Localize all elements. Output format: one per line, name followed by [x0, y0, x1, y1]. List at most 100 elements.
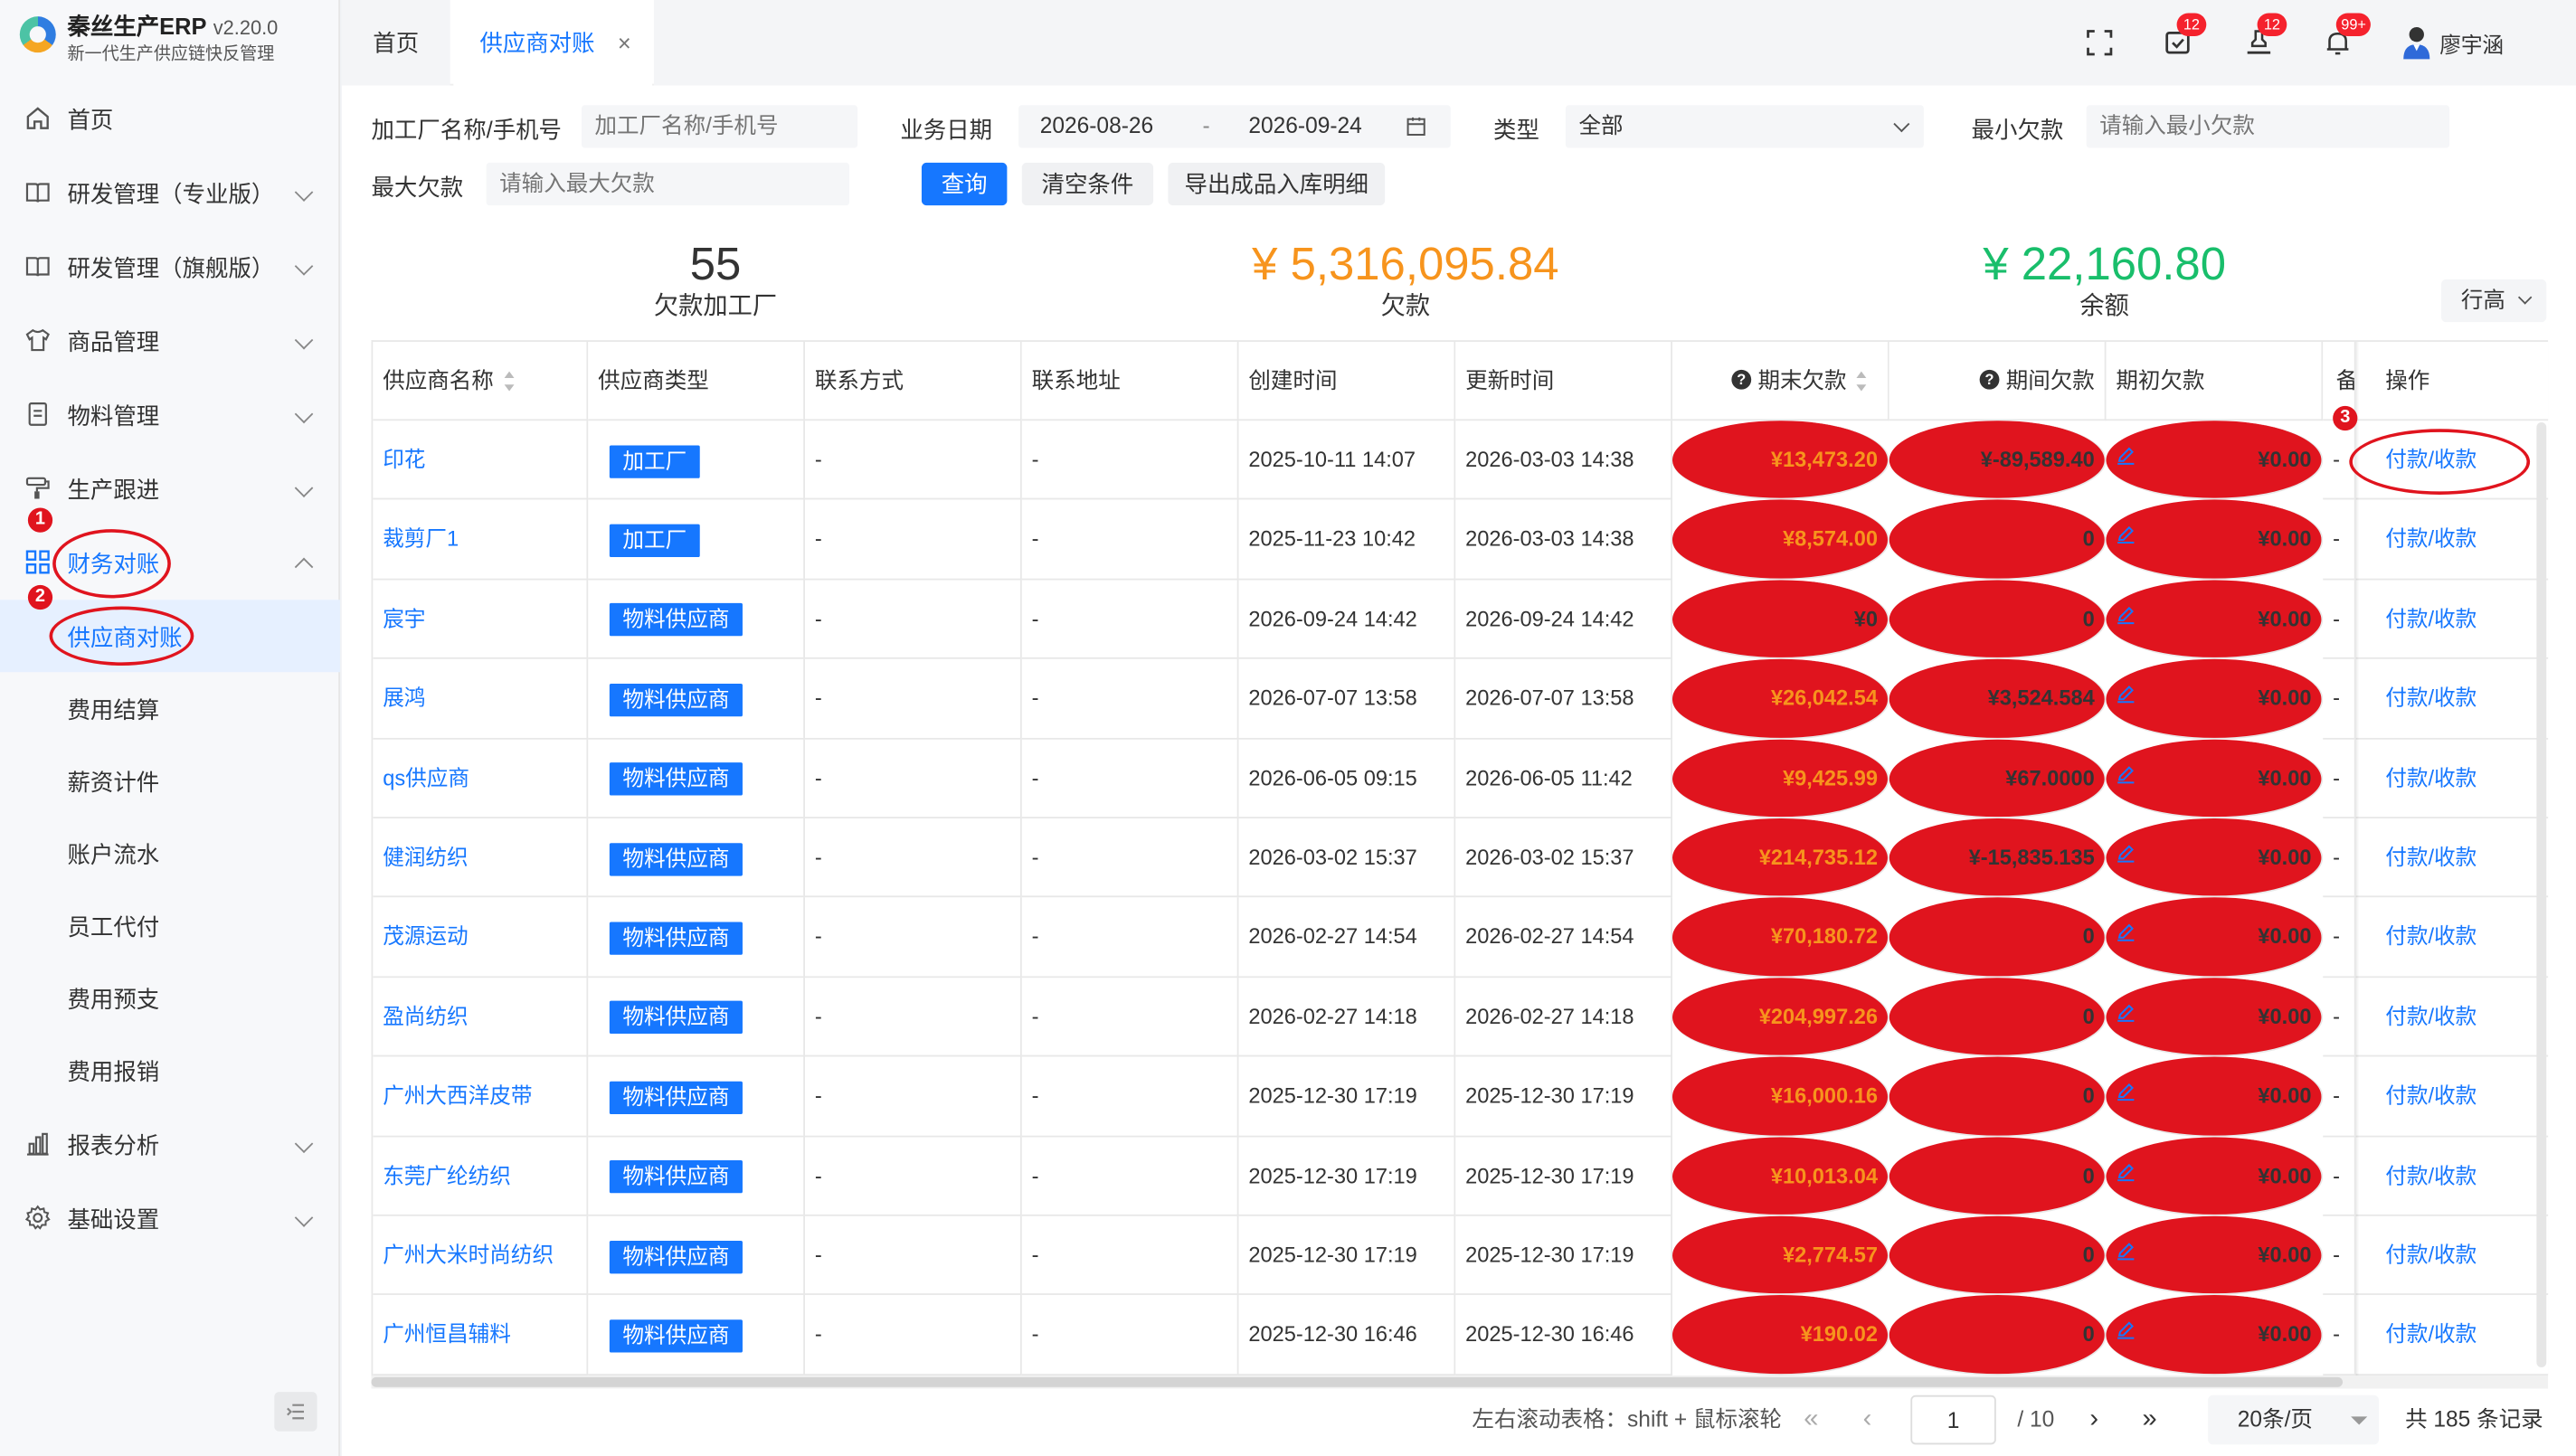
sidebar-item-goods[interactable]: 商品管理 [0, 304, 340, 376]
user-menu[interactable]: 廖宇涵 [2401, 23, 2504, 62]
export-inbound-detail-button[interactable]: 导出成品入库明细 [1168, 162, 1386, 206]
tab-close-icon[interactable]: × [618, 0, 631, 85]
sidebar-item-material[interactable]: 物料管理 [0, 378, 340, 450]
page-size-select[interactable]: 20条/页 [2208, 1395, 2380, 1445]
annotation-ring-1 [52, 529, 171, 599]
edit-icon[interactable] [2116, 525, 2136, 544]
table-horizontal-scrollbar[interactable] [371, 1375, 2549, 1389]
pay-receive-link[interactable]: 付款/收款 [2355, 1057, 2549, 1137]
supplier-name-link[interactable]: 东莞广纶纺织 [373, 1136, 589, 1216]
pay-receive-link[interactable]: 付款/收款 [2355, 500, 2549, 581]
max-debt-input[interactable] [486, 162, 850, 206]
first-page-icon[interactable]: « [1804, 1395, 1818, 1445]
supplier-name-link[interactable]: 茂源运动 [373, 897, 589, 978]
scroll-hint: 左右滚动表格：shift + 鼠标滚轮 [1472, 1406, 1783, 1432]
supplier-name-link[interactable]: 裁剪厂1 [373, 500, 589, 581]
sidebar-item-rd-pro[interactable]: 研发管理（专业版） [0, 156, 340, 229]
clear-filters-button[interactable]: 清空条件 [1021, 162, 1154, 206]
help-icon[interactable]: ? [1979, 370, 2000, 391]
sidebar-sub-account-flow[interactable]: 账户流水 [0, 817, 340, 889]
tasks-badge: 12 [2176, 13, 2207, 36]
supplier-name-link[interactable]: 盈尚纺织 [373, 977, 589, 1057]
date-range-picker[interactable]: 2026-08-26 - 2026-09-24 [1018, 105, 1451, 148]
supplier-name-link[interactable]: 广州大西洋皮带 [373, 1056, 589, 1137]
remark-cell: - [2323, 977, 2356, 1057]
supplier-name-link[interactable]: qs供应商 [373, 739, 589, 818]
notifications-badge: 99+ [2335, 13, 2372, 36]
supplier-name-link[interactable]: 广州恒昌辅料 [373, 1295, 589, 1376]
tab-supplier-reconcile[interactable]: 供应商对账 × [453, 0, 653, 86]
help-icon[interactable]: ? [1731, 370, 1752, 391]
pay-receive-link[interactable]: 付款/收款 [2355, 739, 2549, 818]
date-start[interactable]: 2026-08-26 [1040, 105, 1153, 147]
edit-icon[interactable] [2116, 604, 2136, 624]
edit-icon[interactable] [2116, 763, 2136, 783]
row-height-button[interactable]: 行高 [2441, 279, 2547, 323]
pay-receive-link[interactable]: 付款/收款 [2355, 580, 2549, 660]
column-header-supplier-name[interactable]: 供应商名称 [373, 341, 589, 421]
sidebar-sub-piece-wage[interactable]: 薪资计件 [0, 744, 340, 817]
updated-time-cell: 2026-02-27 14:54 [1455, 897, 1672, 978]
sidebar-sub-staff-paid[interactable]: 员工代付 [0, 889, 340, 961]
sidebar-sub-reimburse[interactable]: 费用报销 [0, 1034, 340, 1106]
sidebar-item-settings[interactable]: 基础设置 [0, 1182, 340, 1254]
app-logo[interactable]: 秦丝生产ERP v2.20.0 新一代生产供应链快反管理 [19, 12, 278, 71]
sidebar-sub-expense-settle[interactable]: 费用结算 [0, 672, 340, 744]
document-icon [28, 402, 47, 426]
column-header-end-debt[interactable]: ? 期末欠款 [1672, 341, 1889, 421]
fullscreen-icon[interactable] [2083, 26, 2116, 59]
edit-icon[interactable] [2116, 1320, 2136, 1340]
edit-icon[interactable] [2116, 445, 2136, 465]
supplier-name-link[interactable]: 宸宇 [373, 580, 589, 660]
edit-icon[interactable] [2116, 1241, 2136, 1261]
sidebar-item-reports[interactable]: 报表分析 [0, 1108, 340, 1180]
chevron-up-icon [294, 557, 314, 577]
sidebar-sub-advance[interactable]: 费用预支 [0, 961, 340, 1034]
supplier-name-link[interactable]: 健润纺织 [373, 818, 589, 898]
sort-icon[interactable] [502, 372, 516, 392]
total-pages: / 10 [2017, 1406, 2055, 1432]
pay-receive-link[interactable]: 付款/收款 [2355, 818, 2549, 898]
date-end[interactable]: 2026-09-24 [1248, 105, 1361, 147]
prev-page-icon[interactable]: ‹ [1863, 1395, 1872, 1445]
supplier-name-link[interactable]: 印花 [373, 421, 589, 501]
factory-search-input[interactable] [581, 105, 858, 148]
edit-icon[interactable] [2116, 843, 2136, 863]
stat-debt-factories: 55 欠款加工厂 [638, 238, 794, 323]
pay-receive-link[interactable]: 付款/收款 [2355, 1137, 2549, 1216]
edit-icon[interactable] [2116, 1082, 2136, 1101]
type-select[interactable]: 全部 [1565, 105, 1924, 148]
pay-receive-link[interactable]: 付款/收款 [2355, 978, 2549, 1057]
approvals-button[interactable]: 12 [2242, 13, 2287, 59]
scrollbar-thumb[interactable] [371, 1376, 2344, 1387]
sidebar-item-home[interactable]: 首页 [0, 82, 340, 155]
edit-icon[interactable] [2116, 1161, 2136, 1181]
begin-debt-cell: ¥0.00 [2106, 659, 2324, 739]
edit-icon[interactable] [2116, 922, 2136, 942]
book-icon [25, 183, 50, 203]
sidebar-item-rd-flagship[interactable]: 研发管理（旗舰版） [0, 230, 340, 302]
tab-home[interactable]: 首页 [341, 0, 450, 86]
supplier-name-link[interactable]: 展鸿 [373, 659, 589, 739]
tasks-button[interactable]: 12 [2162, 13, 2207, 59]
next-page-icon[interactable]: › [2089, 1395, 2098, 1445]
edit-icon[interactable] [2116, 1002, 2136, 1022]
pay-receive-link[interactable]: 付款/收款 [2355, 1296, 2549, 1376]
end-debt-cell: ¥204,997.26 [1672, 977, 1889, 1057]
collapse-sidebar-button[interactable] [274, 1392, 317, 1432]
pay-receive-link[interactable]: 付款/收款 [2355, 898, 2549, 978]
page-number-input[interactable] [1910, 1395, 1996, 1445]
query-button[interactable]: 查询 [921, 162, 1008, 206]
notifications-button[interactable]: 99+ [2321, 13, 2372, 59]
pay-receive-link[interactable]: 付款/收款 [2355, 659, 2549, 739]
table-vertical-scrollbar[interactable] [2536, 422, 2547, 1367]
min-debt-input[interactable] [2086, 105, 2450, 148]
sort-icon[interactable] [1855, 372, 1869, 392]
edit-icon[interactable] [2116, 684, 2136, 704]
pay-receive-link[interactable]: 付款/收款 [2355, 1216, 2549, 1296]
sidebar-sub-label: 薪资计件 [67, 769, 160, 796]
remark-cell: - [2323, 1056, 2356, 1137]
begin-debt-value: ¥0.00 [2258, 606, 2312, 631]
last-page-icon[interactable]: » [2142, 1395, 2156, 1445]
supplier-name-link[interactable]: 广州大米时尚纺织 [373, 1215, 589, 1296]
